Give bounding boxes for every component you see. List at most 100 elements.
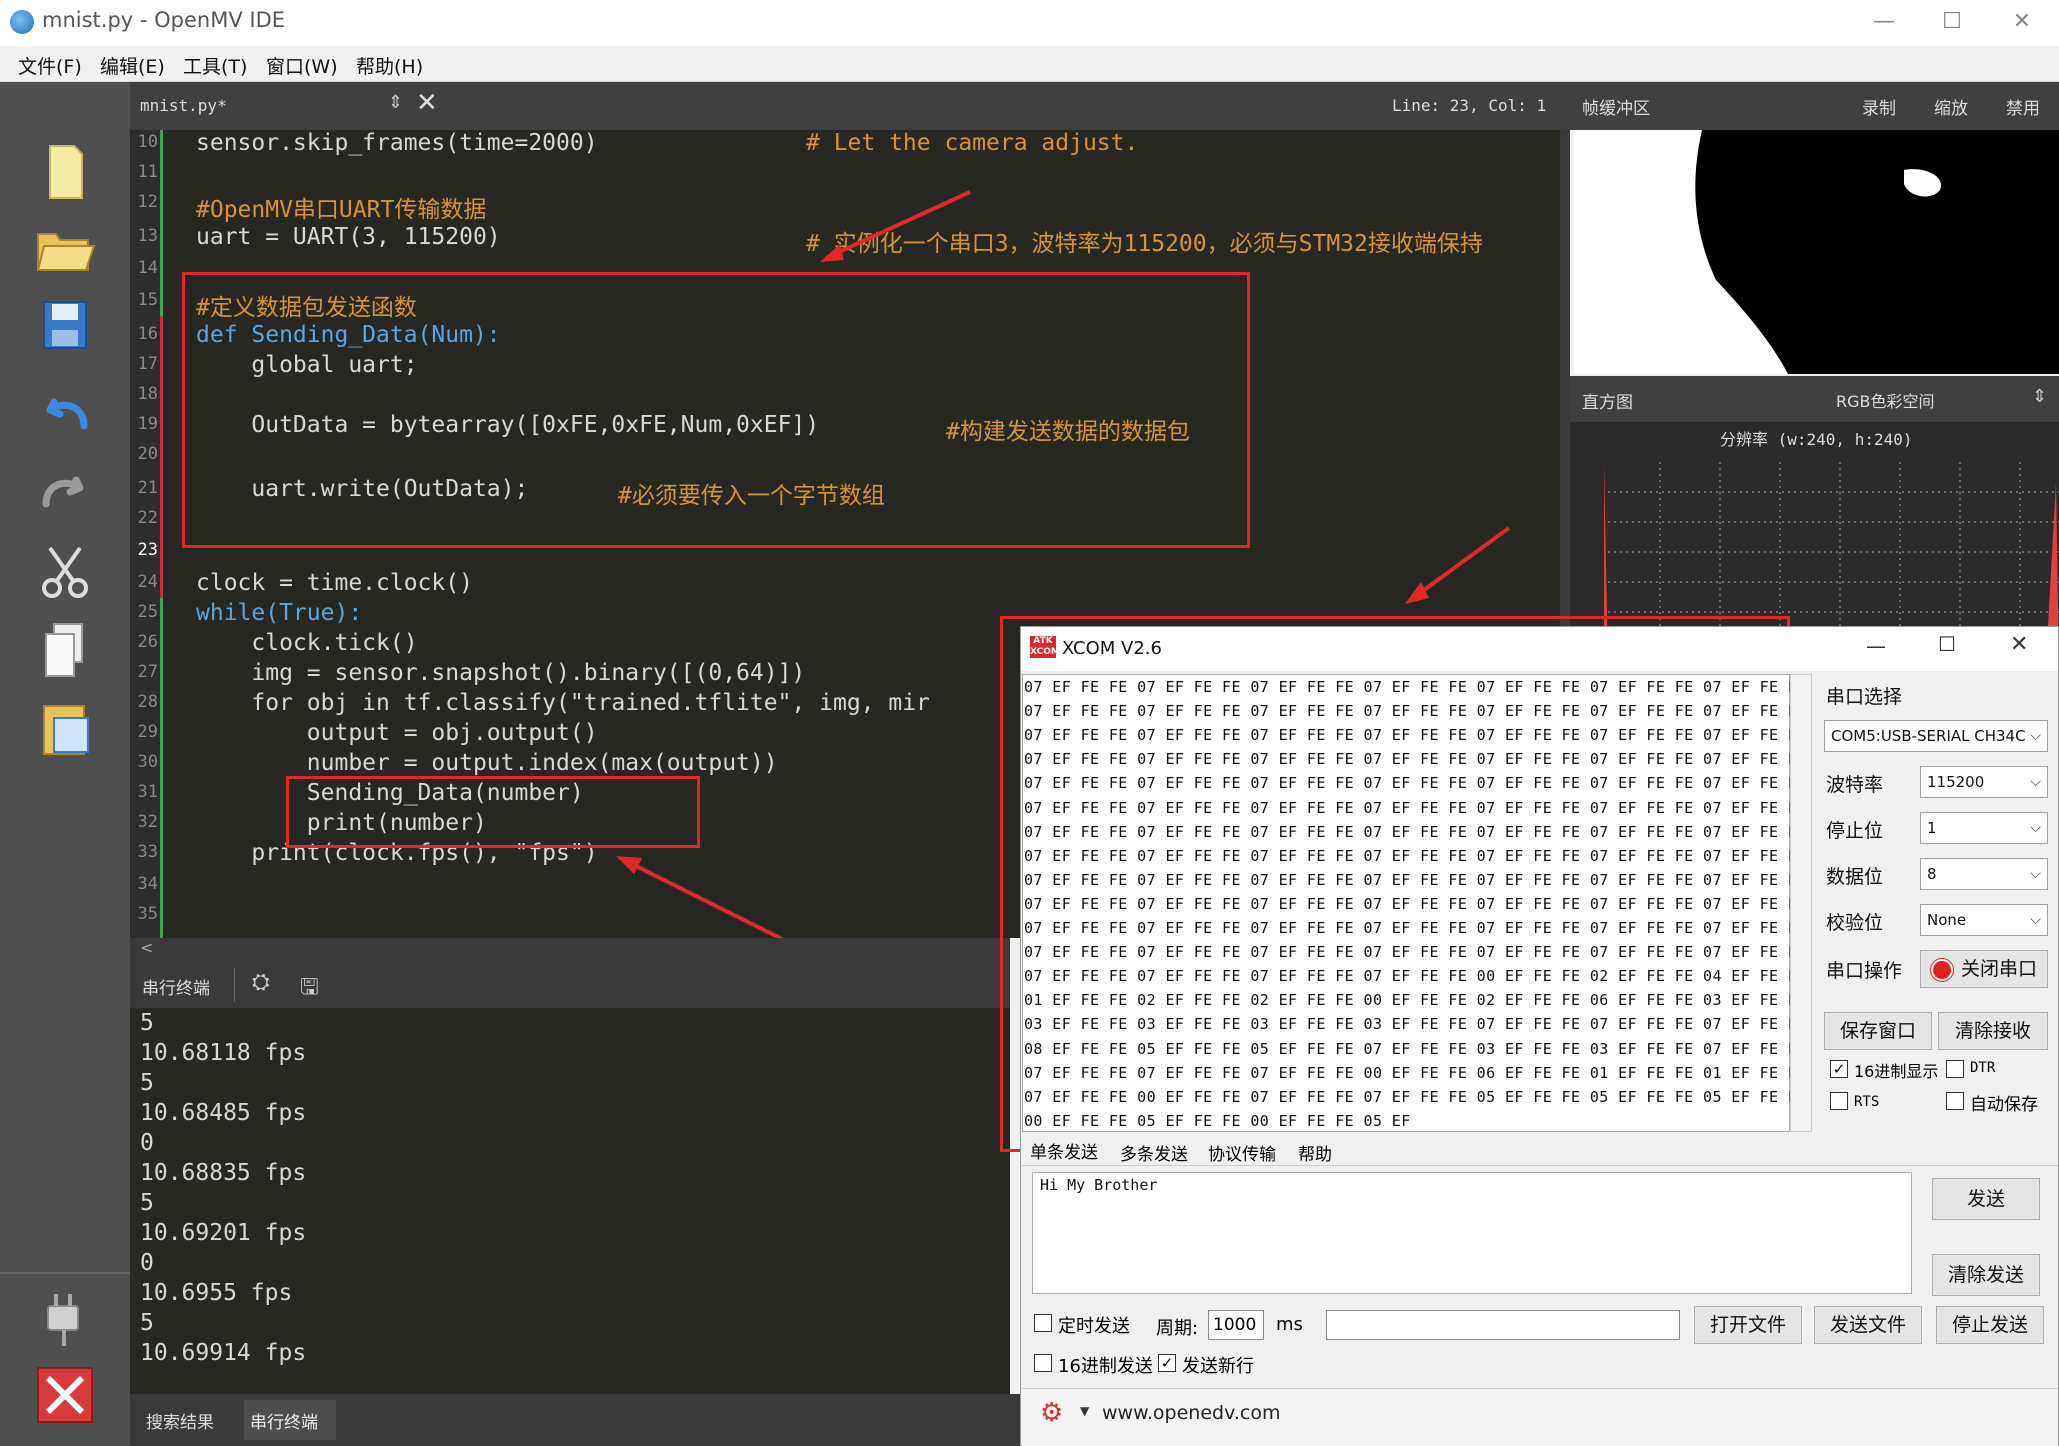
chevron-down-icon: ⌵ <box>2030 774 2041 790</box>
code-line-26: clock.tick() <box>196 630 418 656</box>
send-text-area[interactable] <box>1032 1172 1912 1294</box>
cursor-position: Line: 23, Col: 1 <box>1392 96 1547 115</box>
parity-combo[interactable]: None ⌵ <box>1920 904 2048 936</box>
file-path-input[interactable] <box>1326 1310 1680 1340</box>
resolution-label: 分辨率 (w:240, h:240) <box>1720 430 1913 449</box>
line-number: 14 <box>137 258 158 278</box>
zoom-button[interactable]: 缩放 <box>1934 94 1968 119</box>
clear-send-button[interactable]: 清除发送 <box>1932 1254 2040 1296</box>
hex-send-checkbox[interactable] <box>1034 1354 1052 1372</box>
close-tab-icon[interactable]: ✕ <box>416 88 438 118</box>
timed-send-label: 定时发送 <box>1058 1316 1130 1337</box>
clear-receive-button[interactable]: 清除接收 <box>1938 1012 2048 1050</box>
receive-hex-row: 07 EF FE FE 07 EF FE FE 07 EF FE FE 07 E… <box>1024 870 1807 889</box>
code-line-13: uart = UART(3, 115200) <box>196 224 501 250</box>
editor-horizontal-scrollbar[interactable] <box>130 938 1010 962</box>
code-line-27: img = sensor.snapshot().binary([(0,64)]) <box>196 660 806 686</box>
menu-help[interactable]: 帮助(H) <box>356 52 423 79</box>
port-combo[interactable]: COM5:USB-SERIAL CH34C ⌵ <box>1824 720 2048 752</box>
annotation-arrow-uart <box>820 190 971 262</box>
terminal-line: 5 <box>140 1310 154 1336</box>
paste-icon[interactable] <box>30 696 100 760</box>
dtr-checkbox[interactable] <box>1946 1060 1964 1078</box>
tab-switch-arrows-icon[interactable]: ⇕ <box>388 92 403 113</box>
line-number: 35 <box>137 904 158 924</box>
scroll-left-icon[interactable]: < <box>140 938 153 957</box>
redo-icon[interactable] <box>30 460 100 524</box>
record-button[interactable]: 录制 <box>1862 94 1896 119</box>
terminal-line: 10.69201 fps <box>140 1220 307 1246</box>
tab-protocol[interactable]: 协议传输 <box>1208 1140 1276 1165</box>
menu-bar: 文件(F) 编辑(E) 工具(T) 窗口(W) 帮助(H) <box>0 46 2059 82</box>
cut-icon[interactable] <box>30 540 100 604</box>
open-folder-icon[interactable] <box>30 216 100 280</box>
port-status-red-icon <box>1930 958 1953 981</box>
terminal-line: 10.6955 fps <box>140 1280 293 1306</box>
receive-scrollbar[interactable] <box>1790 674 1812 1132</box>
new-file-icon[interactable] <box>30 140 100 204</box>
menu-edit[interactable]: 编辑(E) <box>100 52 165 79</box>
tab-search-results[interactable]: 搜索结果 <box>146 1408 214 1433</box>
settings-gear-icon[interactable]: ⚙ <box>1040 1398 1063 1428</box>
line-number: 20 <box>137 444 158 464</box>
receive-hex-row: 07 EF FE FE 07 EF FE FE 07 EF FE FE 07 E… <box>1024 919 1807 937</box>
receive-hex-row: 07 EF FE FE 07 EF FE FE 07 EF FE FE 07 E… <box>1024 846 1807 865</box>
xcom-maximize-icon[interactable]: ☐ <box>1938 632 1956 656</box>
auto-save-checkbox[interactable] <box>1946 1092 1964 1110</box>
period-input[interactable]: 1000 <box>1208 1310 1264 1340</box>
close-port-button[interactable]: 关闭串口 <box>1920 950 2048 988</box>
xcom-close-icon[interactable]: ✕ <box>2010 632 2028 657</box>
copy-icon[interactable] <box>30 618 100 682</box>
send-newline-checkbox[interactable]: ✓ <box>1158 1354 1176 1372</box>
clear-terminal-icon[interactable]: ⛭ <box>252 970 270 995</box>
color-space-arrows-icon[interactable]: ⇕ <box>2032 386 2047 407</box>
close-icon[interactable]: ✕ <box>1988 0 2056 46</box>
menu-file[interactable]: 文件(F) <box>18 52 82 79</box>
code-line-12: #OpenMV串口UART传输数据 <box>196 197 487 223</box>
timed-send-checkbox[interactable] <box>1034 1314 1052 1332</box>
editor-tab-filename[interactable]: mnist.py* <box>140 96 227 115</box>
send-button[interactable]: 发送 <box>1932 1178 2040 1220</box>
save-terminal-icon[interactable]: 🖫 <box>300 970 319 1008</box>
baud-combo[interactable]: 115200 ⌵ <box>1920 766 2048 798</box>
color-space-select[interactable]: RGB色彩空间 <box>1836 388 1935 412</box>
serial-terminal-title: 串行终端 <box>142 979 210 999</box>
xcom-minimize-icon[interactable]: — <box>1866 634 1886 658</box>
openmv-app-icon <box>10 10 34 34</box>
rts-label: RTS <box>1854 1094 1880 1110</box>
rts-checkbox[interactable] <box>1830 1092 1848 1110</box>
ms-label: ms <box>1276 1314 1303 1335</box>
hex-display-checkbox[interactable]: ✓ <box>1830 1060 1848 1078</box>
save-window-button[interactable]: 保存窗口 <box>1824 1012 1932 1050</box>
open-file-button[interactable]: 打开文件 <box>1694 1306 1802 1344</box>
tab-multi-send[interactable]: 多条发送 <box>1120 1140 1188 1165</box>
stop-bits-combo[interactable]: 1 ⌵ <box>1920 812 2048 844</box>
chevron-down-icon: ⌵ <box>2030 820 2041 836</box>
chevron-down-icon: ⌵ <box>2030 912 2041 928</box>
parity-label: 校验位 <box>1826 912 1884 934</box>
header-divider <box>234 968 235 1002</box>
tab-single-send[interactable]: 单条发送 <box>1030 1138 1098 1163</box>
website-link[interactable]: www.openedv.com <box>1102 1402 1280 1424</box>
terminal-line: 0 <box>140 1250 154 1276</box>
line-number: 16 <box>137 324 158 344</box>
menu-window[interactable]: 窗口(W) <box>266 52 338 79</box>
stop-send-button[interactable]: 停止发送 <box>1936 1306 2044 1344</box>
dropdown-arrow-icon[interactable]: ▼ <box>1080 1404 1089 1418</box>
line-number: 15 <box>137 290 158 310</box>
maximize-icon[interactable]: ☐ <box>1918 0 1986 46</box>
connect-plug-icon[interactable] <box>30 1286 100 1350</box>
tab-serial-terminal[interactable]: 串行终端 <box>250 1408 318 1433</box>
send-file-button[interactable]: 发送文件 <box>1814 1306 1922 1344</box>
save-icon[interactable] <box>30 294 100 358</box>
receive-hex-row: 07 EF FE FE 07 EF FE FE 07 EF FE FE 07 E… <box>1024 798 1807 817</box>
tab-help[interactable]: 帮助 <box>1298 1140 1332 1165</box>
terminal-line: 5 <box>140 1010 154 1036</box>
stop-red-x-icon[interactable] <box>30 1364 100 1428</box>
data-bits-combo[interactable]: 8 ⌵ <box>1920 858 2048 890</box>
menu-tools[interactable]: 工具(T) <box>183 52 247 79</box>
disable-button[interactable]: 禁用 <box>2006 94 2040 119</box>
port-select-label: 串口选择 <box>1826 686 1903 708</box>
undo-icon[interactable] <box>30 382 100 446</box>
minimize-icon[interactable]: — <box>1850 0 1918 46</box>
